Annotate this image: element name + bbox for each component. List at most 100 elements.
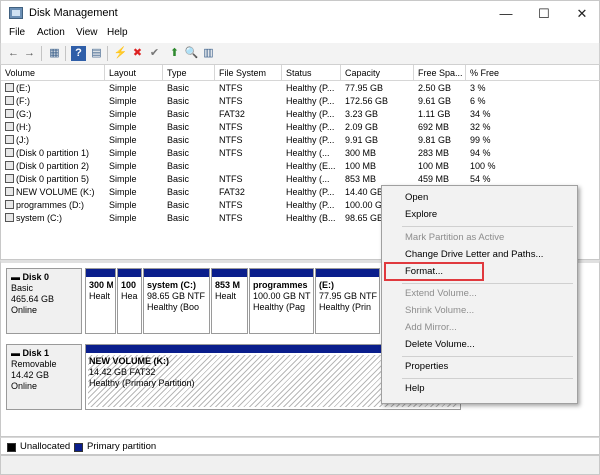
partition-size: 100.00 GB NT (253, 291, 311, 301)
table-cell: NTFS (219, 200, 243, 210)
connect-icon[interactable]: ⚡ (113, 46, 128, 61)
table-cell: Healthy (E... (286, 161, 336, 171)
menu-extend-volume: Extend Volume... (405, 288, 477, 299)
menu-shrink-volume: Shrink Volume... (405, 305, 475, 316)
volume-cell: (F:) (5, 95, 105, 108)
delete-icon[interactable]: ✖ (130, 46, 145, 61)
table-cell: Healthy (P... (286, 122, 335, 132)
partition-bar (86, 269, 115, 277)
col-header-status[interactable]: Status (282, 65, 341, 81)
table-cell: Basic (167, 161, 190, 171)
partition-system-c[interactable]: system (C:) 98.65 GB NTF Healthy (Boo (143, 268, 210, 334)
table-row[interactable]: (J:) Simple Basic NTFS Healthy (P... 9.91 GB 9… (1, 134, 600, 147)
col-header-percent-free[interactable]: % Free (466, 65, 600, 81)
partition-bar (250, 269, 313, 277)
partition-label: 853 M (215, 280, 241, 290)
view-icon[interactable]: ▥ (201, 46, 216, 61)
volume-icon (5, 96, 14, 105)
disk1-info[interactable]: ▬ Disk 1 Removable 14.42 GB Online (6, 344, 82, 410)
table-cell: 9.61 GB (418, 96, 452, 106)
volume-icon (5, 174, 14, 183)
menu-properties[interactable]: Properties (405, 361, 448, 372)
toolbar: ← → ▦ ? ▤ ⚡ ✖ ✔ ⬆ 🔍 ▥ (0, 43, 600, 65)
legend-primary: Primary partition (87, 441, 157, 452)
close-button[interactable]: ✕ (563, 1, 600, 26)
volume-cell: (H:) (5, 121, 105, 134)
help-icon[interactable]: ? (71, 46, 86, 61)
partition-disk0-5[interactable]: 853 M Healt (211, 268, 248, 334)
volume-icon (5, 135, 14, 144)
volume-name: (Disk 0 partition 5) (16, 174, 90, 184)
volume-name: system (C:) (16, 213, 62, 223)
properties-icon[interactable]: ▤ (89, 46, 104, 61)
table-cell: NTFS (219, 122, 243, 132)
partition-disk0-1[interactable]: 300 M Healt (85, 268, 116, 334)
table-row[interactable]: (F:) Simple Basic NTFS Healthy (P... 172.56 G… (1, 95, 600, 108)
volume-icon (5, 200, 14, 209)
table-cell: 99 % (470, 135, 491, 145)
table-cell: Simple (109, 109, 137, 119)
partition-status: Hea (121, 291, 138, 301)
table-cell: Simple (109, 213, 137, 223)
menu-help[interactable]: Help (107, 27, 128, 38)
partition-status: Healthy (Prin (319, 302, 372, 312)
disk1-status: Online (11, 381, 38, 391)
disk0-info[interactable]: ▬ Disk 0 Basic 465.64 GB Online (6, 268, 82, 334)
col-header-file-system[interactable]: File System (215, 65, 282, 81)
grid-view-icon[interactable]: ▦ (47, 46, 62, 61)
partition-bar (118, 269, 141, 277)
table-cell: 100 MB (418, 161, 450, 171)
menu-open[interactable]: Open (405, 192, 428, 203)
menu-file[interactable]: File (9, 27, 25, 38)
menu-separator (402, 226, 573, 227)
minimize-button[interactable]: — (487, 1, 525, 26)
partition-status: Healt (89, 291, 111, 301)
check-icon[interactable]: ✔ (147, 46, 162, 61)
disk1-name: Disk 1 (22, 348, 50, 358)
disk1-icon: ▬ (11, 348, 23, 358)
col-header-capacity[interactable]: Capacity (341, 65, 414, 81)
table-row[interactable]: (H:) Simple Basic NTFS Healthy (P... 2.09 GB 6… (1, 121, 600, 134)
context-menu: Open Explore Mark Partition as Active Ch… (381, 185, 578, 404)
menu-help[interactable]: Help (405, 383, 425, 394)
maximize-button[interactable]: ☐ (525, 1, 563, 26)
menu-separator (402, 378, 573, 379)
col-header-layout[interactable]: Layout (105, 65, 163, 81)
table-cell: Simple (109, 161, 137, 171)
volume-name: (E:) (16, 83, 31, 93)
table-cell: Basic (167, 174, 190, 184)
col-header-type[interactable]: Type (163, 65, 215, 81)
col-header-volume[interactable]: Volume (1, 65, 105, 81)
col-header-free-space[interactable]: Free Spa... (414, 65, 466, 81)
partition-label: (E:) (319, 280, 334, 290)
menu-action[interactable]: Action (37, 27, 65, 38)
disk0-name: Disk 0 (22, 272, 50, 282)
table-row[interactable]: (E:) Simple Basic NTFS Healthy (P... 77.95 GB… (1, 82, 600, 95)
volume-icon (5, 161, 14, 170)
table-row[interactable]: (Disk 0 partition 2) Simple Basic Healthy (… (1, 160, 600, 173)
table-cell: Basic (167, 213, 190, 223)
menu-view[interactable]: View (76, 27, 98, 38)
volume-icon (5, 213, 14, 222)
table-cell: 9.81 GB (418, 135, 452, 145)
table-cell: Healthy (P... (286, 135, 335, 145)
partition-e[interactable]: (E:) 77.95 GB NTF Healthy (Prin (315, 268, 380, 334)
partition-status: Healthy (Boo (147, 302, 200, 312)
partition-programmes-d[interactable]: programmes 100.00 GB NT Healthy (Pag (249, 268, 314, 334)
table-cell: Healthy (P... (286, 109, 335, 119)
table-cell: Simple (109, 187, 137, 197)
table-cell: Basic (167, 122, 190, 132)
table-row[interactable]: (Disk 0 partition 1) Simple Basic NTFS Healt… (1, 147, 600, 160)
menu-delete-volume[interactable]: Delete Volume... (405, 339, 475, 350)
table-row[interactable]: (G:) Simple Basic FAT32 Healthy (P... 3.23 GB… (1, 108, 600, 121)
up-icon[interactable]: ⬆ (167, 46, 182, 61)
back-icon[interactable]: ← (6, 46, 21, 61)
volume-cell: (G:) (5, 108, 105, 121)
search-icon[interactable]: 🔍 (184, 46, 199, 61)
menu-change-drive-letter[interactable]: Change Drive Letter and Paths... (405, 249, 543, 260)
table-cell: Basic (167, 96, 190, 106)
partition-disk0-2[interactable]: 100 Hea (117, 268, 142, 334)
menu-explore[interactable]: Explore (405, 209, 437, 220)
forward-icon[interactable]: → (22, 46, 37, 61)
table-cell: Basic (167, 187, 190, 197)
